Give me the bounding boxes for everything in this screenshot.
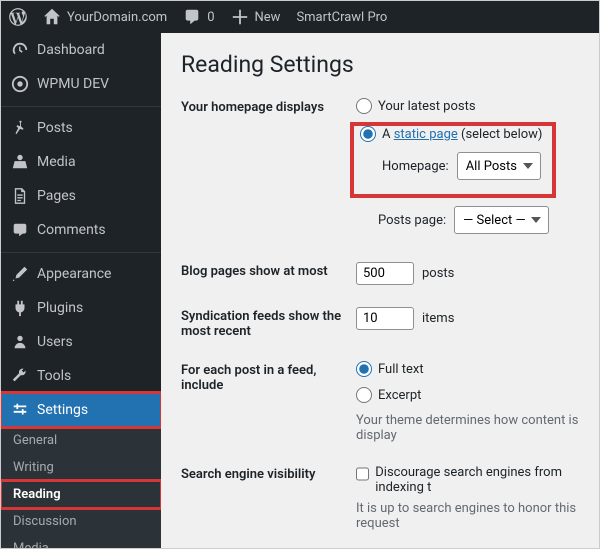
smartcrawl-link[interactable]: SmartCrawl Pro xyxy=(288,1,395,33)
plug-icon xyxy=(11,299,29,317)
smartcrawl-label: SmartCrawl Pro xyxy=(296,10,387,25)
opt-latest-posts[interactable]: Your latest posts xyxy=(356,98,579,114)
opt-full-text[interactable]: Full text xyxy=(356,361,579,377)
opt-static-text: A static page (select below) xyxy=(382,127,542,142)
sev-checkbox-row[interactable]: Discourage search engines from indexing … xyxy=(356,465,579,495)
wp-logo[interactable] xyxy=(1,1,35,33)
page-icon xyxy=(11,187,29,205)
menu-label: Pages xyxy=(37,188,76,204)
highlight-static-page: A static page (select below) Homepage: A… xyxy=(350,122,556,198)
pin-icon xyxy=(11,119,29,137)
submenu-reading[interactable]: Reading xyxy=(1,481,161,508)
plus-icon xyxy=(231,8,249,26)
menu-label: WPMU DEV xyxy=(37,76,109,92)
posts-unit: posts xyxy=(422,266,454,281)
menu-plugins[interactable]: Plugins xyxy=(1,291,161,325)
submenu-writing[interactable]: Writing xyxy=(1,454,161,481)
radio-static-page[interactable] xyxy=(360,126,376,142)
admin-bar: YourDomain.com 0 New SmartCrawl Pro xyxy=(1,1,599,33)
menu-label: Settings xyxy=(37,402,88,418)
wordpress-icon xyxy=(9,8,27,26)
opt-latest-label: Your latest posts xyxy=(378,99,476,114)
menu-media[interactable]: Media xyxy=(1,145,161,179)
menu-settings[interactable]: Settings xyxy=(1,393,161,427)
homepage-select[interactable]: All Posts xyxy=(457,152,541,180)
sev-label: Search engine visibility xyxy=(181,465,356,482)
opt-static-page[interactable]: A static page (select below) xyxy=(360,126,542,142)
full-text-label: Full text xyxy=(378,362,424,377)
wrench-icon xyxy=(11,367,29,385)
excerpt-label: Excerpt xyxy=(378,388,421,403)
comment-icon xyxy=(183,8,201,26)
sev-checkbox[interactable] xyxy=(356,466,369,482)
menu-dashboard[interactable]: Dashboard xyxy=(1,33,161,67)
comment-icon xyxy=(11,221,29,239)
feed-desc: Your theme determines how content is dis… xyxy=(356,413,579,443)
blog-pages-input[interactable] xyxy=(356,262,414,285)
sliders-icon xyxy=(11,401,29,419)
menu-label: Media xyxy=(37,154,76,170)
menu-label: Posts xyxy=(37,120,73,136)
submenu-discussion[interactable]: Discussion xyxy=(1,508,161,535)
blog-pages-label: Blog pages show at most xyxy=(181,262,356,279)
menu-label: Tools xyxy=(37,368,71,384)
new-label: New xyxy=(255,10,281,25)
radio-full-text[interactable] xyxy=(356,361,372,377)
menu-label: Dashboard xyxy=(37,42,105,58)
media-icon xyxy=(11,153,29,171)
menu-pages[interactable]: Pages xyxy=(1,179,161,213)
home-icon xyxy=(43,8,61,26)
menu-tools[interactable]: Tools xyxy=(1,359,161,393)
menu-users[interactable]: Users xyxy=(1,325,161,359)
postspage-select[interactable]: — Select — xyxy=(454,206,549,234)
syndication-input[interactable] xyxy=(356,307,414,330)
syndication-label: Syndication feeds show the most recent xyxy=(181,307,356,339)
sev-check-label: Discourage search engines from indexing … xyxy=(375,465,579,495)
items-unit: items xyxy=(422,311,454,326)
new-content-link[interactable]: New xyxy=(223,1,289,33)
site-name-link[interactable]: YourDomain.com xyxy=(35,1,175,33)
menu-posts[interactable]: Posts xyxy=(1,111,161,145)
menu-label: Appearance xyxy=(37,266,111,282)
settings-submenu: General Writing Reading Discussion Media… xyxy=(1,427,161,548)
feed-include-label: For each post in a feed, include xyxy=(181,361,356,393)
site-name: YourDomain.com xyxy=(67,10,167,25)
static-page-link[interactable]: static page xyxy=(394,127,458,142)
submenu-media[interactable]: Media xyxy=(1,535,161,548)
submenu-general[interactable]: General xyxy=(1,427,161,454)
opt-excerpt[interactable]: Excerpt xyxy=(356,387,579,403)
brush-icon xyxy=(11,265,29,283)
comments-count: 0 xyxy=(207,10,214,25)
menu-label: Comments xyxy=(37,222,106,238)
postspage-select-label: Posts page: xyxy=(378,213,446,228)
homepage-displays-label: Your homepage displays xyxy=(181,98,356,115)
comments-link[interactable]: 0 xyxy=(175,1,222,33)
admin-sidebar: Dashboard WPMU DEV Posts Media Pages Com… xyxy=(1,33,161,548)
menu-label: Users xyxy=(37,334,73,350)
dashboard-icon xyxy=(11,41,29,59)
wpmudev-icon xyxy=(11,75,29,93)
user-icon xyxy=(11,333,29,351)
sev-desc: It is up to search engines to honor this… xyxy=(356,501,579,531)
homepage-select-label: Homepage: xyxy=(382,159,449,174)
page-title: Reading Settings xyxy=(181,51,579,78)
menu-label: Plugins xyxy=(37,300,83,316)
menu-appearance[interactable]: Appearance xyxy=(1,257,161,291)
radio-latest-posts[interactable] xyxy=(356,98,372,114)
menu-comments[interactable]: Comments xyxy=(1,213,161,247)
content-area: Reading Settings Your homepage displays … xyxy=(161,33,599,548)
menu-wpmudev[interactable]: WPMU DEV xyxy=(1,67,161,101)
radio-excerpt[interactable] xyxy=(356,387,372,403)
